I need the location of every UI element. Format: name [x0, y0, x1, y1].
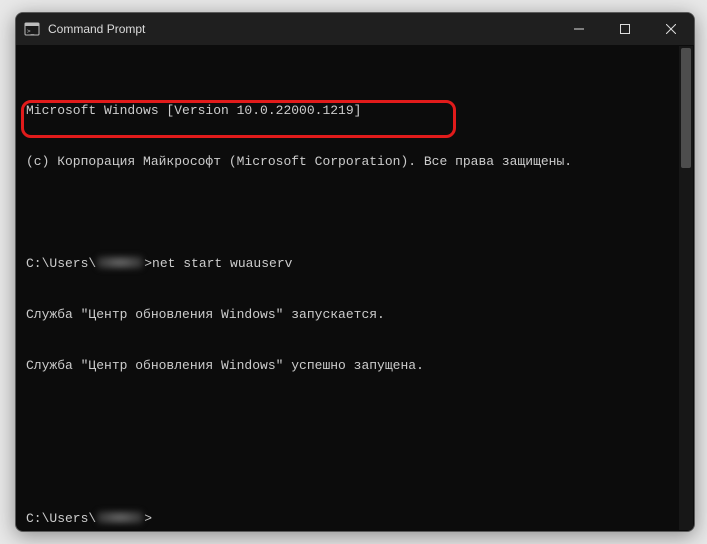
output-line: [26, 459, 684, 476]
prompt-line: C:\Users\ >net start wuauserv: [26, 255, 684, 272]
output-line: [26, 204, 684, 221]
redacted-username: [97, 511, 143, 524]
output-line: [26, 408, 684, 425]
output-line: Служба "Центр обновления Windows" успешн…: [26, 357, 684, 374]
output-line: (c) Корпорация Майкрософт (Microsoft Cor…: [26, 153, 684, 170]
window-controls: [556, 13, 694, 45]
prompt-prefix: C:\Users\: [26, 256, 96, 271]
redacted-username: [97, 256, 143, 269]
window-title: Command Prompt: [48, 22, 556, 36]
prompt-prefix: C:\Users\: [26, 511, 96, 526]
close-button[interactable]: [648, 13, 694, 45]
minimize-button[interactable]: [556, 13, 602, 45]
terminal-output[interactable]: Microsoft Windows [Version 10.0.22000.12…: [16, 45, 694, 531]
titlebar[interactable]: >_ Command Prompt: [16, 13, 694, 45]
prompt-line: C:\Users\ >: [26, 510, 684, 527]
output-line: Служба "Центр обновления Windows" запуск…: [26, 306, 684, 323]
svg-text:>_: >_: [27, 28, 35, 35]
command-text: >net start wuauserv: [144, 256, 292, 271]
command-prompt-window: >_ Command Prompt Microsoft Windows [Ver…: [15, 12, 695, 532]
output-line: Microsoft Windows [Version 10.0.22000.12…: [26, 102, 684, 119]
cmd-icon: >_: [24, 21, 40, 37]
maximize-button[interactable]: [602, 13, 648, 45]
prompt-suffix: >: [144, 511, 152, 526]
